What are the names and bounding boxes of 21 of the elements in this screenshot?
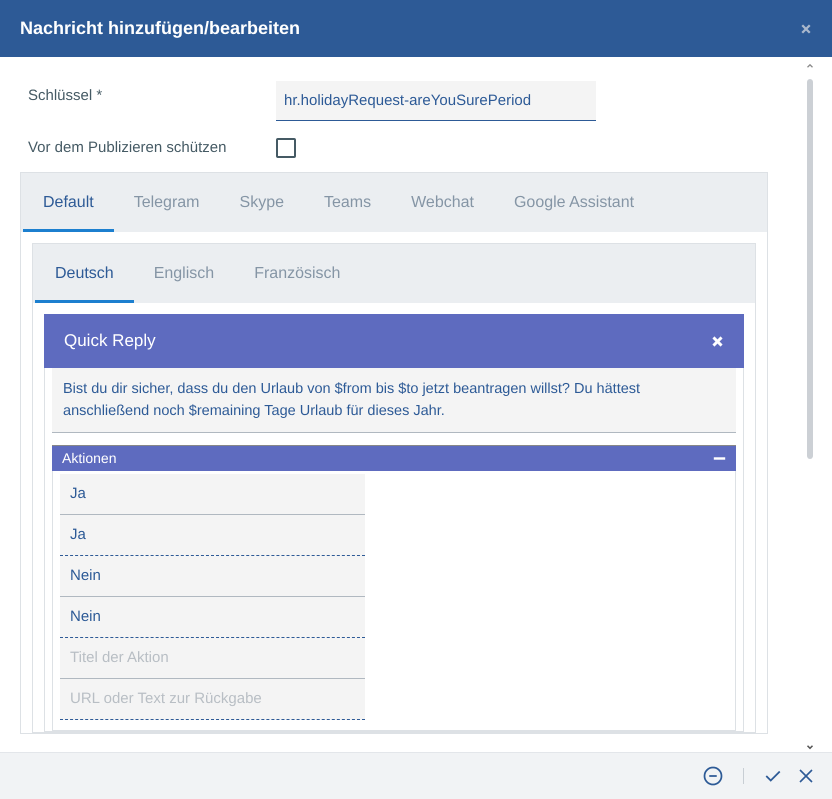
quick-reply-title: Quick Reply xyxy=(64,330,156,352)
message-text[interactable]: Bist du dir sicher, dass du den Urlaub von $from bis $to jetzt beantragen willst? Du hättest anschließend noch $remaining Tage Urlaub für dieses Jahr. xyxy=(52,368,736,432)
actions-title: Aktionen xyxy=(62,448,116,468)
action-payload-field[interactable]: Nein xyxy=(60,596,365,638)
action-payload-field[interactable]: URL oder Text zur Rückgabe xyxy=(60,678,365,720)
key-input-field[interactable]: hr.holidayRequest-areYouSurePeriod xyxy=(276,81,596,121)
cancel-button[interactable] xyxy=(798,768,814,784)
action-payload-field[interactable]: Ja xyxy=(60,514,365,556)
close-icon xyxy=(798,768,814,784)
dialog-title: Nachricht hinzufügen/bearbeiten xyxy=(20,18,300,40)
close-icon xyxy=(711,334,724,348)
checkbox[interactable] xyxy=(276,138,296,158)
action-title-field[interactable]: Nein xyxy=(60,556,365,596)
action-title-field[interactable]: Ja xyxy=(60,474,365,514)
field-label: Schlüssel * xyxy=(28,86,104,106)
scrollbar-thumb[interactable] xyxy=(807,79,813,459)
minimize-button[interactable] xyxy=(703,766,723,786)
close-icon xyxy=(800,23,812,36)
action-title-field[interactable]: Titel der Aktion xyxy=(60,638,365,678)
checkbox-label: Vor dem Publizieren schützen xyxy=(28,138,228,158)
circle-minus-icon xyxy=(703,766,723,786)
